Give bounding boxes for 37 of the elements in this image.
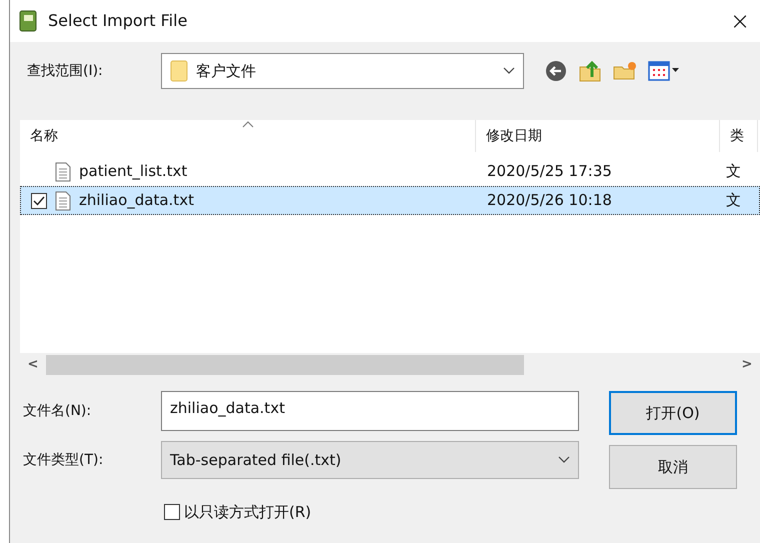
file-name-label: 文件名(N): [23, 402, 92, 420]
column-header[interactable]: 名称 [20, 120, 476, 152]
folder-up-icon[interactable] [578, 59, 602, 83]
file-name: zhiliao_data.txt [79, 190, 194, 212]
file-row[interactable]: zhiliao_data.txt 2020/5/26 10:18 文 [20, 186, 760, 215]
look-in-dropdown[interactable]: 客户文件 [161, 53, 524, 89]
file-type-dropdown[interactable]: Tab-separated file(.txt) [161, 441, 579, 479]
file-type-label: 文件类型(T): [23, 450, 104, 470]
scroll-left-button[interactable]: < [20, 355, 46, 375]
file-name: patient_list.txt [79, 161, 188, 182]
scroll-right-button[interactable]: > [734, 355, 760, 375]
chevron-down-icon [558, 456, 570, 464]
checkbox[interactable] [164, 504, 180, 520]
notebook-icon [18, 10, 38, 32]
document-icon [55, 162, 71, 182]
back-icon[interactable] [544, 59, 568, 83]
checkbox[interactable] [31, 192, 47, 208]
window-title: Select Import File [48, 10, 188, 32]
date-cell-text: 2020/5/26 10:18 [486, 190, 613, 212]
sort-caret-icon [242, 120, 254, 128]
scrollbar-thumb[interactable] [46, 355, 524, 375]
column-header[interactable]: 修改日期 [476, 120, 720, 152]
date-cell-text: 2020/5/25 17:35 [486, 161, 613, 182]
view-menu-icon[interactable] [648, 60, 680, 82]
close-button[interactable]: × [720, 0, 760, 42]
dialog-button[interactable]: 取消 [609, 445, 737, 489]
look-in-label: 查找范围(I): [27, 62, 104, 80]
column-header[interactable]: 类 [720, 120, 758, 152]
chevron-down-icon [503, 67, 515, 75]
table-cell-text: 文 [725, 190, 742, 212]
dialog-button[interactable]: 打开(O) [609, 391, 737, 435]
file-name-field[interactable]: zhiliao_data.txt [161, 391, 579, 431]
table-cell-text: 文 [725, 161, 742, 182]
folder-icon [170, 60, 188, 82]
read-only-label: 以只读方式打开(R) [184, 502, 312, 523]
document-icon [55, 190, 71, 210]
file-row[interactable]: patient_list.txt 2020/5/25 17:35 文 [20, 157, 760, 186]
